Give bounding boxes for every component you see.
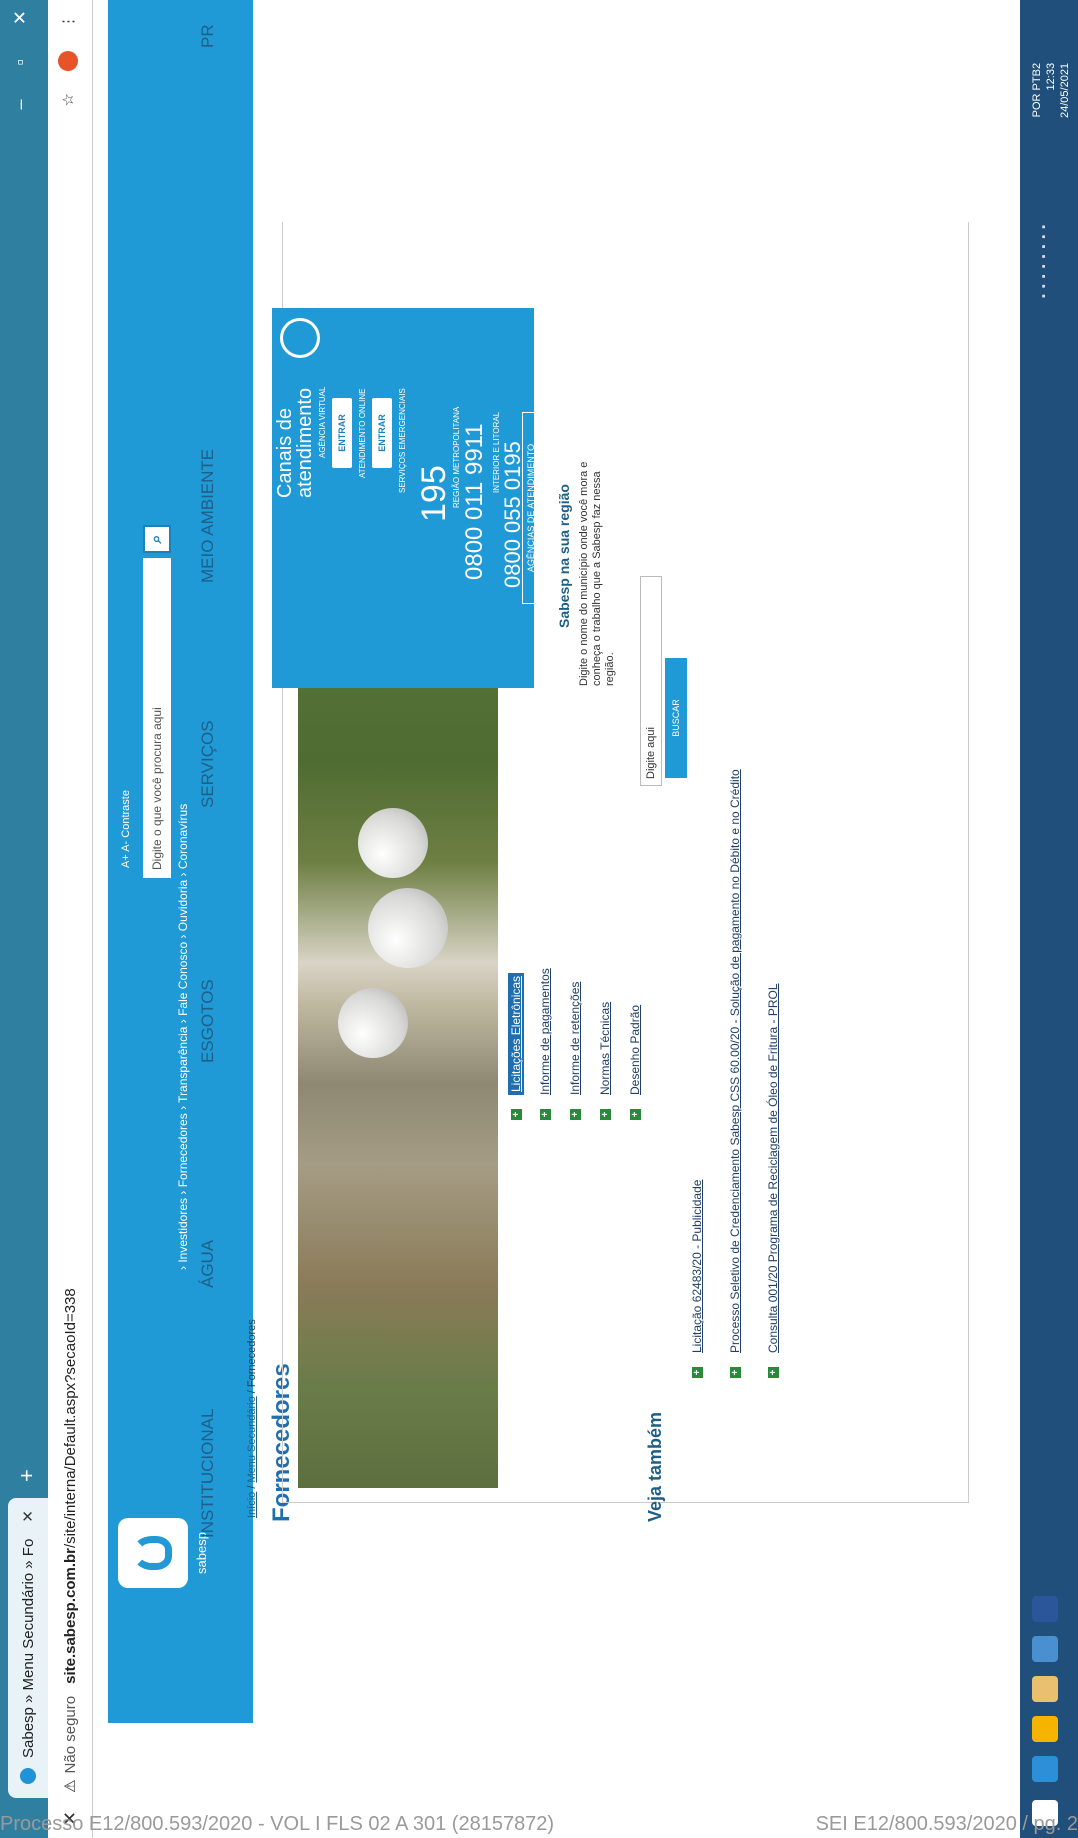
site-search-input[interactable]: Digite o que você procura aqui [143, 558, 171, 878]
link-desenho-padrao[interactable]: + Desenho Padrão [628, 1005, 642, 1120]
tank-shape [358, 808, 428, 878]
atendimento-online-label: ATENDIMENTO ONLINE [358, 388, 367, 479]
plus-icon: + [767, 1367, 779, 1378]
municipio-input[interactable]: Digite aqui [640, 576, 662, 786]
screen-content: Sabesp » Menu Secundário » Fo ✕ + – ▫ ✕ … [0, 0, 1078, 1838]
word-icon[interactable] [1032, 1596, 1058, 1622]
agencia-virtual-label: AGÊNCIA VIRTUAL [318, 386, 327, 458]
url-text[interactable]: site.sabesp.com.br/site/interna/Default.… [62, 1288, 79, 1684]
file-explorer-icon[interactable] [1032, 1676, 1058, 1702]
plus-icon: + [629, 1109, 641, 1120]
close-window-icon[interactable]: ✕ [10, 10, 31, 25]
close-tab-icon[interactable]: ✕ [19, 1510, 37, 1523]
search-icon: ⌕ [148, 534, 165, 544]
address-bar[interactable]: ✕ ⚠ Não seguro site.sabesp.com.br/site/i… [48, 0, 93, 1838]
system-tray-icons[interactable]: ▪▪▪▪▪▪▪▪ [1038, 219, 1050, 298]
link-text: Informe de pagamentos [538, 968, 552, 1095]
browser-actions: ☆ ⋮ [58, 14, 78, 106]
document-footer: Processo E12/800.593/2020 - VOL I FLS 02… [0, 1810, 1078, 1838]
taskbar-clock[interactable]: POR PTB2 12:33 24/05/2021 [1030, 63, 1072, 118]
rotated-scan: Sabesp » Menu Secundário » Fo ✕ + – ▫ ✕ … [0, 0, 1078, 1838]
canais-title-line2: atendimento [294, 387, 316, 498]
nav-institucional[interactable]: INSTITUCIONAL [198, 1409, 218, 1538]
nav-pr[interactable]: PR [198, 24, 218, 48]
agencia-virtual-entrar-button[interactable]: ENTRAR [332, 398, 352, 468]
tank-shape [338, 988, 408, 1058]
edge-icon[interactable] [1032, 1756, 1058, 1782]
link-text: Processo Seletivo de Credenciamento Sabe… [728, 769, 742, 1353]
accessibility-tools[interactable]: A+ A- Contraste [120, 790, 132, 868]
app-icon[interactable] [1032, 1636, 1058, 1662]
link-text: Licitações Eletrônicas [508, 972, 524, 1095]
new-tab-icon[interactable]: + [14, 1469, 40, 1482]
veja-link-licitacao[interactable]: + Licitação 62483/20 - Publicidade [690, 1180, 704, 1378]
language-indicator: POR PTB2 [1031, 62, 1043, 118]
regiao-text: Digite o nome do município onde você mor… [578, 461, 616, 686]
url-host: site.sabesp.com.br [61, 1548, 79, 1684]
footer-left: Processo E12/800.593/2020 - VOL I FLS 02… [0, 1812, 555, 1835]
regiao-metropolitana-label: REGIÃO METROPOLITANA [452, 406, 461, 508]
warning-icon[interactable]: ⚠ [61, 1779, 79, 1792]
link-text: Informe de retenções [568, 981, 582, 1095]
link-licitacoes[interactable]: + Licitações Eletrônicas [508, 972, 524, 1120]
plus-icon: + [691, 1367, 703, 1378]
plus-icon: + [569, 1109, 581, 1120]
bookmark-star-icon[interactable]: ☆ [59, 93, 77, 106]
veja-link-consulta[interactable]: + Consulta 001/20 Programa de Reciclagem… [766, 983, 780, 1378]
link-text: Desenho Padrão [628, 1004, 642, 1095]
veja-link-processo-seletivo[interactable]: + Processo Seletivo de Credenciamento Sa… [728, 769, 742, 1378]
nav-meio-ambiente[interactable]: MEIO AMBIENTE [198, 449, 218, 583]
plus-icon: + [599, 1109, 611, 1120]
url-path: /site/interna/Default.aspx?secaoId=338 [61, 1288, 79, 1548]
canais-title-line1: Canais de [274, 407, 296, 498]
chrome-icon[interactable] [1032, 1716, 1058, 1742]
canais-atendimento-panel [272, 308, 534, 688]
veja-tambem-title: Veja também [645, 1411, 665, 1522]
tab-title: Sabesp » Menu Secundário » Fo [19, 1538, 37, 1758]
phone-195: 195 [415, 465, 453, 522]
top-links[interactable]: › Investidores › Fornecedores › Transpar… [176, 804, 190, 1270]
nav-esgotos[interactable]: ESGOTOS [198, 979, 218, 1063]
clock-time: 12:33 [1045, 62, 1057, 91]
security-label[interactable]: Não seguro [62, 1696, 79, 1774]
canais-title: Canais de atendimento [274, 387, 316, 498]
maximize-icon[interactable]: ▫ [10, 59, 31, 65]
plus-icon: + [729, 1367, 741, 1378]
search-button[interactable]: ⌕ [143, 525, 171, 553]
link-informe-retencoes[interactable]: + Informe de retenções [568, 982, 582, 1120]
breadcrumb-current: Fornecedores [246, 1319, 258, 1388]
agencias-atendimento-button[interactable]: AGÊNCIAS DE ATENDIMENTO [522, 412, 540, 604]
footer-right: SEI E12/800.593/2020 / pg. 2 [815, 1812, 1078, 1835]
browser-tab[interactable]: Sabesp » Menu Secundário » Fo ✕ [8, 1498, 48, 1798]
link-text: Consulta 001/20 Programa de Reciclagem d… [766, 983, 780, 1353]
breadcrumb: Início / Menu Secundário / Fornecedores [246, 1319, 258, 1518]
menu-dots-icon[interactable]: ⋮ [59, 14, 77, 29]
minimize-icon[interactable]: – [10, 99, 31, 109]
link-text: Normas Técnicas [598, 1001, 612, 1095]
regiao-title: Sabesp na sua região [556, 484, 572, 628]
servicos-emergenciais-label: SERVIÇOS EMERGENCIAIS [398, 388, 407, 493]
tank-shape [368, 888, 448, 968]
breadcrumb-mid[interactable]: Menu Secundário [246, 1396, 258, 1482]
link-informe-pagamentos[interactable]: + Informe de pagamentos [538, 968, 552, 1120]
canais-icon [280, 318, 320, 358]
window-controls: – ▫ ✕ [10, 10, 31, 110]
plus-icon: + [510, 1109, 522, 1120]
profile-avatar[interactable] [58, 51, 78, 71]
sabesp-logo-mark [118, 1518, 188, 1588]
nav-agua[interactable]: ÁGUA [198, 1240, 218, 1288]
breadcrumb-home[interactable]: Início [246, 1492, 258, 1518]
atendimento-online-entrar-button[interactable]: ENTRAR [372, 398, 392, 468]
buscar-button[interactable]: BUSCAR [665, 658, 687, 778]
plus-icon: + [539, 1109, 551, 1120]
clock-date: 24/05/2021 [1059, 62, 1071, 118]
nav-underline [240, 288, 243, 1723]
phone-metropolitana: 0800 011 9911 [461, 423, 488, 580]
link-normas-tecnicas[interactable]: + Normas Técnicas [598, 1002, 612, 1120]
sabesp-favicon-icon [20, 1768, 36, 1784]
nav-servicos[interactable]: SERVIÇOS [198, 720, 218, 808]
main-nav: INSTITUCIONAL ÁGUA ESGOTOS SERVIÇOS MEIO… [198, 0, 236, 1538]
link-text: Licitação 62483/20 - Publicidade [690, 1179, 704, 1353]
